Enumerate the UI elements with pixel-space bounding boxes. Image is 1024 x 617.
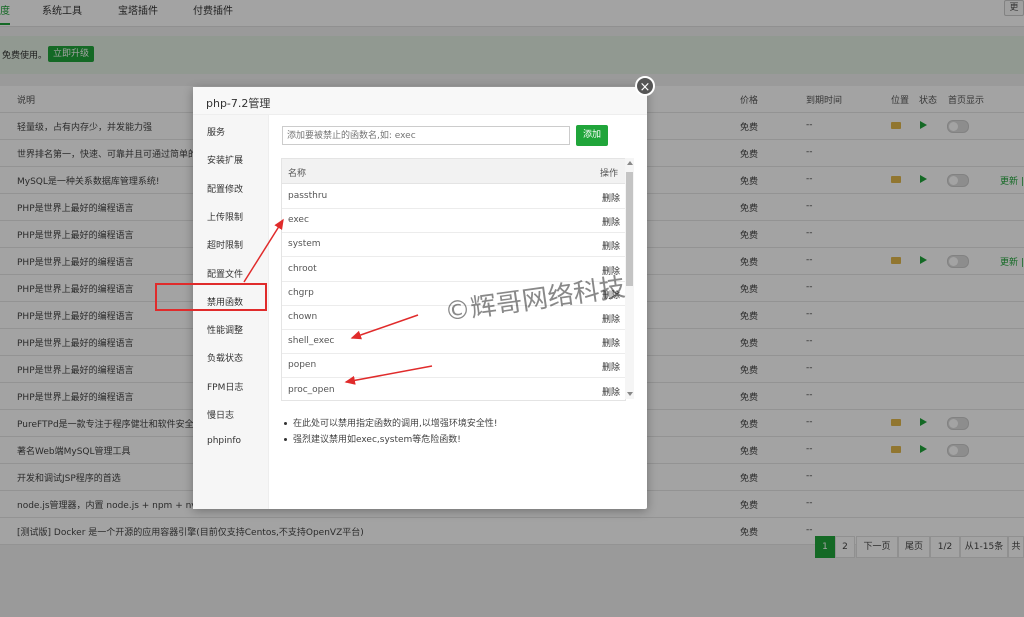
modal-sidebar: 服务 安装扩展 配置修改 上传限制 超时限制 配置文件 禁用函数 性能调整 负载状态 FPM日志慢…	[193, 115, 269, 509]
scroll-down-arrow-icon[interactable]	[627, 392, 633, 396]
scroll-up-arrow-icon[interactable]	[627, 161, 633, 165]
scrollbar-thumb[interactable]	[626, 172, 633, 286]
col-name-header: 名称	[288, 169, 307, 179]
sidebar-item-2[interactable]: 配置修改	[207, 182, 243, 195]
sidebar-item-9[interactable]: FPM日志	[207, 380, 243, 393]
function-name-input[interactable]	[282, 126, 570, 145]
function-row: exec 删除	[282, 208, 625, 234]
function-row: passthru 删除	[282, 184, 625, 209]
function-name: proc_open	[288, 384, 335, 395]
col-op-header: 操作	[600, 169, 619, 179]
sidebar-item-1[interactable]: 安装扩展	[207, 153, 243, 166]
sidebar-item-5[interactable]: 配置文件	[207, 267, 243, 280]
modal-close-button[interactable]: ×	[635, 76, 655, 96]
functions-scrollbar[interactable]	[625, 158, 634, 399]
modal-title: php-7.2管理	[206, 97, 271, 110]
function-name: shell_exec	[288, 336, 335, 347]
tips-list: 在此处可以禁用指定函数的调用,以增强环境安全性! 强烈建议禁用如exec,syst…	[281, 416, 497, 448]
sidebar-item-7[interactable]: 性能调整	[207, 323, 243, 336]
function-row: system 删除	[282, 232, 625, 258]
delete-function-link[interactable]: 删除	[602, 191, 620, 204]
sidebar-item-3[interactable]: 上传限制	[207, 210, 243, 223]
function-name: passthru	[288, 191, 328, 201]
sidebar-item-11[interactable]: phpinfo	[207, 436, 241, 446]
functions-table-header: 名称 操作	[282, 159, 625, 184]
function-name: chown	[288, 312, 318, 322]
delete-function-link[interactable]: 删除	[602, 385, 620, 398]
annotation-highlight-box	[155, 283, 267, 311]
sidebar-item-0[interactable]: 服务	[207, 125, 225, 138]
delete-function-link[interactable]: 删除	[602, 215, 620, 228]
function-row: popen 删除	[282, 353, 625, 379]
delete-function-link[interactable]: 删除	[602, 360, 620, 373]
sidebar-item-4[interactable]: 超时限制	[207, 238, 243, 251]
function-name: system	[288, 239, 321, 250]
function-name: chgrp	[288, 287, 314, 298]
tip-item: 在此处可以禁用指定函数的调用,以增强环境安全性!	[281, 416, 497, 432]
sidebar-item-8[interactable]: 负载状态	[207, 351, 243, 364]
function-row: proc_open 删除	[282, 378, 625, 400]
modal-titlebar: php-7.2管理	[193, 87, 647, 115]
delete-function-link[interactable]: 删除	[602, 312, 620, 325]
function-row: shell_exec 删除	[282, 329, 625, 355]
sidebar-item-10[interactable]: 慢日志	[207, 408, 234, 421]
delete-function-link[interactable]: 删除	[602, 336, 620, 349]
tip-item: 强烈建议禁用如exec,system等危险函数!	[281, 432, 497, 448]
function-name: exec	[288, 215, 309, 226]
add-function-button[interactable]: 添加	[576, 125, 608, 146]
function-name: chroot	[288, 263, 317, 274]
delete-function-link[interactable]: 删除	[602, 239, 620, 252]
function-name: popen	[288, 360, 317, 371]
